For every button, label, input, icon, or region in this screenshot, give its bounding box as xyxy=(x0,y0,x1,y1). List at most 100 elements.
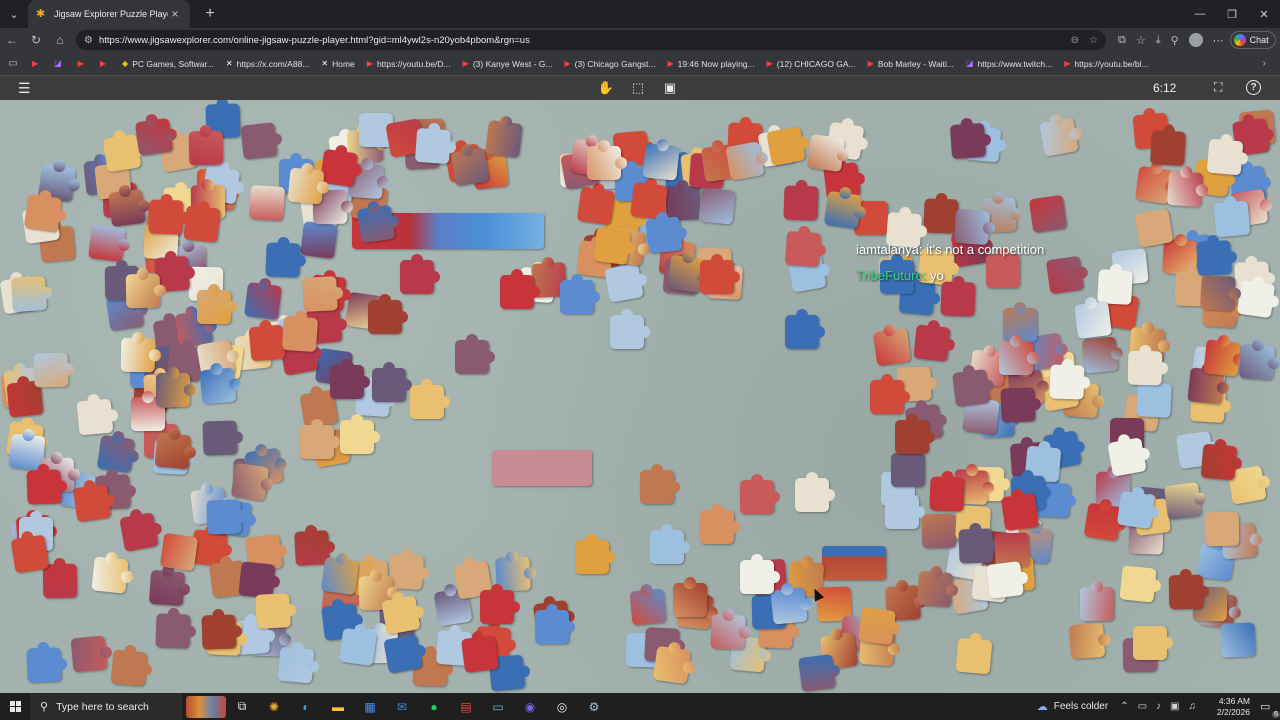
puzzle-piece[interactable] xyxy=(535,604,575,644)
puzzle-piece[interactable] xyxy=(240,122,278,160)
hamburger-menu-icon[interactable]: ☰ xyxy=(18,80,34,96)
bookmark-item[interactable]: ▶ 19:46 Now playing... xyxy=(661,54,760,74)
puzzle-piece[interactable] xyxy=(155,613,191,649)
puzzle-piece[interactable] xyxy=(10,275,48,313)
puzzle-piece[interactable] xyxy=(807,134,845,172)
bookmark-item[interactable]: ▶ (3) Kanye West - G... xyxy=(457,54,559,74)
puzzle-piece[interactable] xyxy=(560,274,600,314)
puzzle-piece[interactable] xyxy=(673,577,707,617)
reader-icon[interactable]: ⊖ xyxy=(1071,35,1079,46)
puzzle-piece[interactable] xyxy=(1164,482,1202,520)
puzzle-piece[interactable] xyxy=(921,513,957,549)
bookmark-item[interactable]: ▶ https://youtu.be/D... xyxy=(361,54,457,74)
site-info-icon[interactable]: ⚙ xyxy=(84,35,93,46)
puzzle-piece[interactable] xyxy=(72,483,112,523)
puzzle-piece[interactable] xyxy=(1206,138,1244,176)
puzzle-piece[interactable] xyxy=(26,647,62,683)
start-button[interactable] xyxy=(0,693,30,720)
preview-image-icon[interactable]: ▣ xyxy=(662,79,678,97)
puzzle-piece[interactable] xyxy=(885,489,925,529)
puzzle-piece[interactable] xyxy=(576,186,616,226)
puzzle-piece[interactable] xyxy=(383,634,423,674)
puzzle-piece[interactable] xyxy=(923,198,959,234)
store-icon[interactable]: ▦ xyxy=(354,693,386,720)
puzzle-piece[interactable] xyxy=(1107,437,1147,477)
puzzle-piece[interactable] xyxy=(1081,336,1119,374)
assembled-piece-group[interactable] xyxy=(492,450,592,486)
puzzle-piece[interactable] xyxy=(1203,339,1241,377)
puzzle-piece[interactable] xyxy=(244,282,282,320)
minimize-icon[interactable]: — xyxy=(1184,0,1216,28)
puzzle-piece[interactable] xyxy=(461,635,499,673)
puzzle-piece[interactable] xyxy=(230,462,270,502)
puzzle-piece[interactable] xyxy=(485,120,523,158)
puzzle-piece[interactable] xyxy=(652,645,692,685)
outlook-icon[interactable]: ✉ xyxy=(386,693,418,720)
puzzle-piece[interactable] xyxy=(368,294,408,334)
apps-icon[interactable]: ▭ xyxy=(0,58,26,69)
reload-icon[interactable]: ↻ xyxy=(24,28,48,52)
puzzle-piece[interactable] xyxy=(1074,301,1112,339)
puzzle-piece[interactable] xyxy=(798,654,836,692)
notepad-icon[interactable]: ▭ xyxy=(482,693,514,720)
puzzle-piece[interactable] xyxy=(414,127,452,165)
puzzle-piece[interactable] xyxy=(1220,622,1256,658)
task-view-icon[interactable]: ⧉ xyxy=(226,693,258,720)
puzzle-piece[interactable] xyxy=(91,556,129,594)
puzzle-piece[interactable] xyxy=(188,130,224,166)
bookmark-item[interactable]: ▶ xyxy=(72,54,94,74)
puzzle-piece[interactable] xyxy=(102,133,142,173)
puzzle-piece[interactable] xyxy=(795,472,835,512)
puzzle-piece[interactable] xyxy=(958,528,994,564)
puzzle-piece[interactable] xyxy=(823,190,863,230)
puzzle-piece[interactable] xyxy=(870,374,910,414)
puzzle-piece[interactable] xyxy=(26,469,62,505)
puzzle-piece[interactable] xyxy=(1136,382,1172,418)
puzzle-piece[interactable] xyxy=(1166,170,1204,208)
puzzle-piece[interactable] xyxy=(665,185,701,221)
puzzle-piece[interactable] xyxy=(248,184,286,222)
puzzle-piece[interactable] xyxy=(320,556,360,596)
puzzle-piece[interactable] xyxy=(199,367,237,405)
puzzle-piece[interactable] xyxy=(929,476,965,512)
edge-icon[interactable]: ◐ xyxy=(290,693,322,720)
downloads-icon[interactable]: ⤓ xyxy=(1156,34,1161,47)
fullscreen-icon[interactable]: ⛶ xyxy=(1214,80,1222,95)
puzzle-piece[interactable] xyxy=(372,362,412,402)
file-explorer-icon[interactable]: ▬ xyxy=(322,693,354,720)
volume-icon[interactable]: ♫ xyxy=(1189,701,1197,712)
puzzle-piece[interactable] xyxy=(108,189,146,227)
puzzle-piece[interactable] xyxy=(1028,194,1068,234)
puzzle-piece[interactable] xyxy=(698,187,736,225)
puzzle-piece[interactable] xyxy=(148,569,186,607)
search-highlight-thumbnail[interactable] xyxy=(186,695,226,718)
puzzle-piece[interactable] xyxy=(159,532,199,572)
help-icon[interactable]: ? xyxy=(1246,80,1261,95)
puzzle-piece[interactable] xyxy=(650,524,690,564)
display-icon[interactable]: ▭ xyxy=(1138,701,1147,712)
puzzle-piece[interactable] xyxy=(740,554,780,594)
puzzle-piece[interactable] xyxy=(1116,490,1156,530)
puzzle-piece[interactable] xyxy=(766,126,806,166)
puzzle-piece[interactable] xyxy=(183,205,221,243)
puzzle-piece[interactable] xyxy=(134,117,174,157)
puzzle-piece[interactable] xyxy=(1168,574,1204,610)
puzzle-piece[interactable] xyxy=(1039,117,1079,157)
puzzle-piece[interactable] xyxy=(1204,511,1240,547)
puzzle-piece[interactable] xyxy=(1000,492,1040,532)
puzzle-piece[interactable] xyxy=(10,534,50,574)
microphone-icon[interactable]: ♪ xyxy=(1156,701,1161,712)
network-icon[interactable]: ▣ xyxy=(1170,701,1179,712)
puzzle-piece[interactable] xyxy=(610,309,650,349)
puzzle-piece[interactable] xyxy=(23,193,63,233)
puzzle-piece[interactable] xyxy=(197,284,237,324)
puzzle-board[interactable]: iamtalanya: it's not a competition Tribe… xyxy=(0,100,1280,693)
puzzle-piece[interactable] xyxy=(725,141,765,181)
puzzle-piece[interactable] xyxy=(300,221,338,259)
puzzle-piece[interactable] xyxy=(400,254,440,294)
puzzle-piece[interactable] xyxy=(96,434,136,474)
favorites-icon[interactable]: ☆ xyxy=(1136,34,1146,47)
puzzle-piece[interactable] xyxy=(604,263,644,303)
puzzle-extension-icon[interactable]: ⚲ xyxy=(1171,34,1179,47)
puzzle-piece[interactable] xyxy=(593,227,631,265)
